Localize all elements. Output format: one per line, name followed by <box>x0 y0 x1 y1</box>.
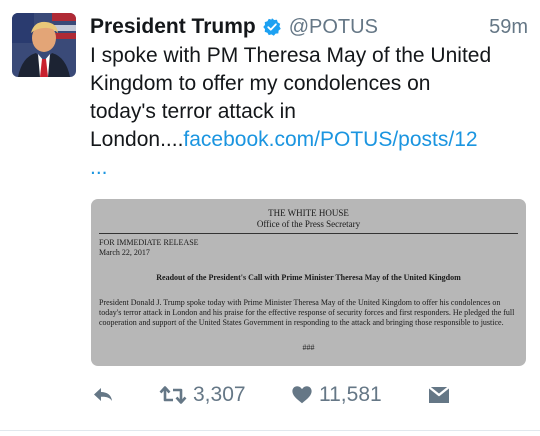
tweet-text-line: today's terror attack in <box>90 100 296 123</box>
tweet-header: President Trump @POTUS 59m <box>90 12 528 42</box>
reply-button[interactable] <box>91 378 115 412</box>
tweet-actions: 3,307 11,581 <box>0 378 540 412</box>
retweet-count: 3,307 <box>193 383 246 406</box>
retweet-button[interactable]: 3,307 <box>159 378 246 412</box>
verified-icon <box>262 17 282 37</box>
tweet-timestamp[interactable]: 59m <box>489 16 528 39</box>
direct-message-button[interactable] <box>427 378 451 412</box>
press-release-office: Office of the Press Secretary <box>256 219 361 229</box>
direct-message-icon <box>428 386 450 403</box>
tweet-text-line: Kingdom to offer my condolences on <box>90 72 431 95</box>
press-release-title: Readout of the President's Call with Pri… <box>156 273 461 282</box>
tweet-text-prefix: London.... <box>90 128 184 151</box>
press-release-divider <box>99 233 518 234</box>
like-button[interactable]: 11,581 <box>291 378 382 412</box>
reply-icon <box>94 388 112 401</box>
press-release-org: THE WHITE HOUSE <box>268 208 349 218</box>
tweet[interactable]: President Trump @POTUS 59m I spoke with … <box>0 0 540 436</box>
tweet-link[interactable]: facebook.com/POTUS/posts/12 <box>183 128 477 151</box>
like-count: 11,581 <box>319 383 382 406</box>
press-release-body: President Donald J. Trump spoke today wi… <box>99 298 515 327</box>
heart-icon <box>292 386 312 404</box>
press-release-release-line: FOR IMMEDIATE RELEASE <box>99 238 199 247</box>
tweet-text-line: I spoke with PM Theresa May of the Unite… <box>90 44 492 67</box>
press-release-end-mark: ### <box>302 343 315 352</box>
author-name[interactable]: President Trump <box>90 15 256 39</box>
tweet-text-line: London....facebook.com/POTUS/posts/12 <box>90 126 530 154</box>
tweet-divider <box>0 430 540 431</box>
press-release-date: March 22, 2017 <box>99 248 150 257</box>
press-release-meta: FOR IMMEDIATE RELEASE March 22, 2017 <box>99 238 526 258</box>
press-release-header: THE WHITE HOUSE Office of the Press Secr… <box>91 208 526 230</box>
media-attachment[interactable]: THE WHITE HOUSE Office of the Press Secr… <box>91 199 526 366</box>
avatar-icon <box>12 13 76 77</box>
tweet-text: I spoke with PM Theresa May of the Unite… <box>90 42 530 154</box>
retweet-icon <box>159 386 187 404</box>
tweet-link-ellipsis[interactable]: ... <box>90 154 108 182</box>
author-handle[interactable]: @POTUS <box>289 16 378 39</box>
avatar[interactable] <box>12 13 76 77</box>
